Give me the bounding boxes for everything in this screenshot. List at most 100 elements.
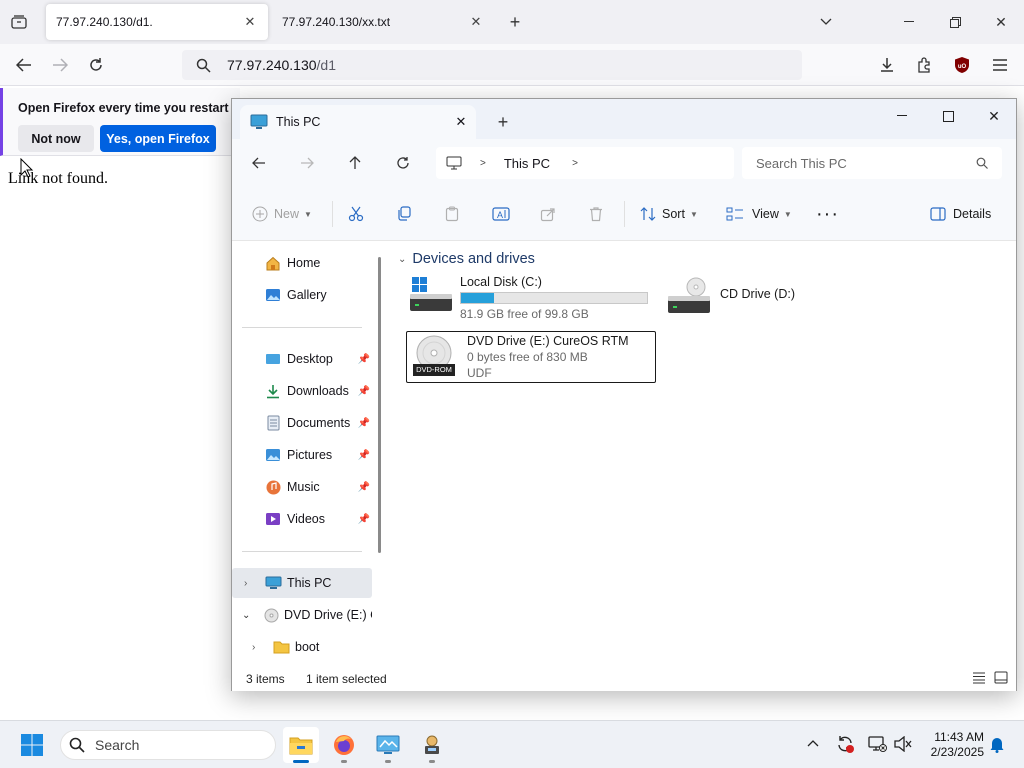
chevron-down-icon[interactable]: ⌄ — [242, 610, 250, 621]
not-now-button[interactable]: Not now — [18, 125, 94, 152]
clock[interactable]: 11:43 AM 2/23/2025 — [920, 730, 984, 760]
copy-icon[interactable] — [396, 201, 412, 227]
taskbar-search[interactable]: Search — [60, 730, 276, 760]
nav-item-videos[interactable]: Videos 📌 — [232, 504, 372, 534]
drive-e[interactable]: DVD-ROM DVD Drive (E:) CureOS RTM 0 byte… — [406, 331, 656, 383]
drive-d[interactable]: CD Drive (D:) — [666, 275, 846, 319]
yes-open-firefox-button[interactable]: Yes, open Firefox — [100, 125, 216, 152]
nav-item-pictures[interactable]: Pictures 📌 — [232, 440, 372, 470]
nav-label: This PC — [287, 576, 332, 590]
breadcrumb-this-pc[interactable]: This PC — [504, 156, 550, 171]
back-icon[interactable] — [248, 152, 270, 174]
menu-icon[interactable] — [989, 54, 1011, 76]
nav-item-this-pc[interactable]: › This PC — [232, 568, 372, 598]
sort-button[interactable]: Sort ▼ — [640, 201, 698, 227]
drive-name: DVD Drive (E:) CureOS RTM — [467, 334, 629, 348]
nav-item-documents[interactable]: Documents 📌 — [232, 408, 372, 438]
details-label: Details — [953, 207, 992, 221]
url-bar[interactable]: 77.97.240.130/d1 — [182, 50, 802, 80]
volume-muted-icon[interactable] — [892, 733, 914, 755]
taskbar-installer[interactable] — [414, 727, 450, 763]
rename-icon[interactable]: A — [492, 201, 510, 227]
ublock-origin-icon[interactable]: uO — [951, 54, 973, 76]
nav-scrollbar[interactable] — [378, 257, 381, 553]
url-path: /d1 — [316, 57, 336, 73]
new-tab-icon[interactable]: + — [492, 111, 514, 133]
tab-this-pc[interactable]: This PC ✕ — [240, 105, 476, 139]
close-tab-icon[interactable]: ✕ — [468, 14, 484, 30]
tab-xx-txt[interactable]: 77.97.240.130/xx.txt ✕ — [272, 4, 494, 40]
refresh-icon[interactable] — [392, 152, 414, 174]
tab-title: 77.97.240.130/d1. — [56, 15, 153, 29]
up-icon[interactable] — [344, 152, 366, 174]
group-title: Devices and drives — [412, 251, 535, 267]
installer-icon — [420, 734, 444, 756]
maximize-icon[interactable] — [925, 101, 971, 131]
reload-icon[interactable] — [84, 54, 108, 76]
start-button[interactable] — [14, 727, 50, 763]
sync-status-icon[interactable] — [834, 733, 856, 755]
back-icon[interactable] — [12, 54, 36, 76]
notification-message: Open Firefox every time you restart yo — [18, 101, 247, 115]
drive-c[interactable]: Local Disk (C:) 81.9 GB free of 99.8 GB — [408, 275, 654, 321]
close-window-icon[interactable]: ✕ — [971, 101, 1017, 131]
minimize-icon[interactable] — [879, 101, 925, 131]
chevron-down-icon[interactable] — [815, 12, 837, 32]
details-button[interactable]: Details — [930, 201, 991, 227]
chevron-right-icon[interactable]: > — [480, 158, 486, 169]
minimize-icon[interactable] — [898, 12, 920, 32]
tab-label: This PC — [276, 115, 321, 129]
nav-item-dvd-drive[interactable]: ⌄ DVD Drive (E:) C — [232, 600, 372, 630]
nav-item-desktop[interactable]: Desktop 📌 — [232, 344, 372, 374]
new-button[interactable]: New ▼ — [252, 201, 312, 227]
notification-bell-icon[interactable] — [986, 733, 1008, 755]
dvd-disc-icon: DVD-ROM — [411, 334, 461, 382]
nav-item-downloads[interactable]: Downloads 📌 — [232, 376, 372, 406]
tiles-view-icon[interactable] — [994, 671, 1008, 684]
svg-text:A: A — [497, 210, 503, 220]
chevron-right-icon[interactable]: › — [244, 578, 247, 589]
chevron-right-icon[interactable]: › — [252, 642, 255, 653]
clock-date: 2/23/2025 — [930, 745, 984, 759]
forward-icon[interactable] — [296, 152, 318, 174]
pin-icon: 📌 — [357, 481, 370, 493]
nav-item-music[interactable]: Music 📌 — [232, 472, 372, 502]
network-icon[interactable] — [866, 733, 888, 755]
cd-drive-icon — [666, 277, 712, 317]
details-view-icon[interactable] — [972, 672, 986, 684]
downloads-icon[interactable] — [876, 54, 898, 76]
details-pane-icon — [930, 207, 946, 221]
group-header-devices[interactable]: ⌄ Devices and drives — [398, 251, 535, 267]
view-button[interactable]: View ▼ — [726, 201, 792, 227]
chevron-right-icon[interactable]: > — [572, 158, 578, 169]
address-bar[interactable]: > This PC > — [436, 147, 734, 179]
more-options-icon[interactable]: ··· — [816, 201, 839, 227]
sort-label: Sort — [662, 207, 685, 221]
cut-icon[interactable] — [348, 201, 364, 227]
usage-bar — [460, 292, 648, 304]
restore-icon[interactable] — [944, 12, 966, 32]
forward-icon[interactable] — [48, 54, 72, 76]
firefox-tab-bar: 77.97.240.130/d1. ✕ 77.97.240.130/xx.txt… — [0, 0, 1024, 44]
nav-label: Downloads — [287, 384, 349, 398]
tab-d1[interactable]: 77.97.240.130/d1. ✕ — [46, 4, 268, 40]
nav-item-home[interactable]: Home — [232, 248, 372, 278]
nav-item-boot[interactable]: › boot — [232, 632, 372, 662]
nav-item-gallery[interactable]: Gallery — [232, 280, 372, 310]
share-icon[interactable] — [540, 201, 556, 227]
extensions-icon[interactable] — [913, 54, 935, 76]
show-hidden-icons[interactable] — [804, 733, 822, 753]
delete-icon[interactable] — [588, 201, 604, 227]
taskbar-firefox[interactable] — [326, 727, 362, 763]
taskbar-file-explorer[interactable] — [283, 727, 319, 763]
close-tab-icon[interactable]: ✕ — [446, 114, 476, 130]
search-input[interactable]: Search This PC — [742, 147, 1002, 179]
list-all-tabs-icon[interactable] — [8, 12, 30, 32]
paste-icon[interactable] — [444, 201, 460, 227]
taskbar-control-panel[interactable] — [370, 727, 406, 763]
new-tab-icon[interactable]: + — [504, 12, 526, 32]
close-window-icon[interactable]: ✕ — [990, 12, 1012, 32]
close-tab-icon[interactable]: ✕ — [242, 14, 258, 30]
taskbar: Search 11:43 AM 2/23/2025 — [0, 720, 1024, 768]
tab-title: 77.97.240.130/xx.txt — [282, 15, 391, 29]
